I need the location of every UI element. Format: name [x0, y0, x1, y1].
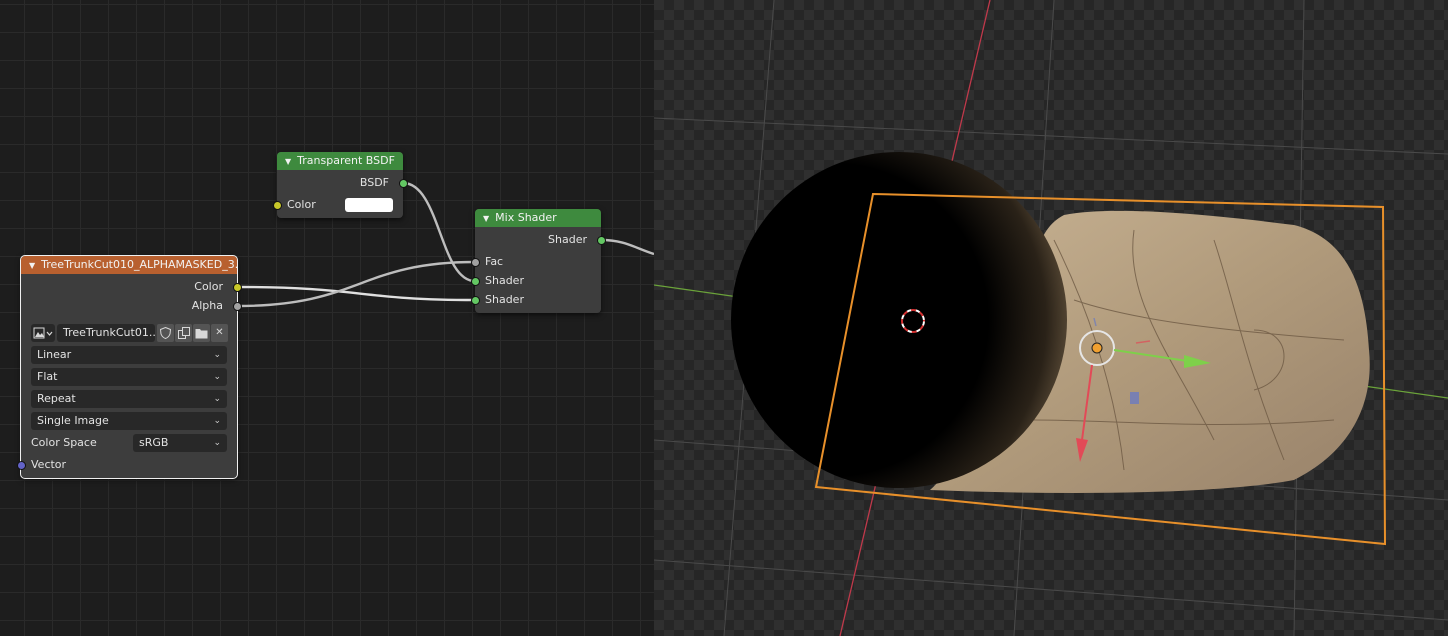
fake-user-button[interactable]	[157, 324, 174, 342]
chevron-down-icon: ⌄	[213, 438, 221, 448]
shader-input-2-socket[interactable]	[471, 296, 480, 305]
link-color-to-shader	[236, 285, 476, 302]
color-swatch[interactable]	[345, 198, 393, 212]
mix-shader-header[interactable]: ▼ Mix Shader	[475, 209, 601, 227]
fac-input-label: Fac	[485, 255, 504, 268]
extension-value: Repeat	[37, 392, 76, 405]
duplicate-image-button[interactable]	[175, 324, 192, 342]
vector-input-label: Vector	[31, 458, 67, 471]
color-input-label: Color	[287, 198, 316, 211]
source-dropdown[interactable]: Single Image ⌄	[31, 412, 227, 430]
collapse-arrow-icon[interactable]: ▼	[285, 153, 291, 170]
duplicate-icon	[177, 327, 190, 339]
shader-input-1-label: Shader	[485, 274, 524, 287]
shader-node-editor[interactable]: ▼ Transparent BSDF BSDF Color ▼ Mix Shader…	[0, 0, 654, 636]
shader-output-socket[interactable]	[597, 236, 606, 245]
link-alpha-to-fac	[236, 260, 476, 308]
z-plane-handle-icon[interactable]	[1130, 392, 1139, 404]
transparent-bsdf-node[interactable]: ▼ Transparent BSDF BSDF Color	[273, 152, 408, 218]
color-space-label: Color Space	[31, 436, 97, 449]
color-output-label: Color	[194, 280, 223, 293]
unlink-image-button[interactable]: ✕	[211, 324, 228, 342]
color-input-socket[interactable]	[273, 201, 282, 210]
open-image-button[interactable]	[193, 324, 210, 342]
link-mix-to-output	[600, 238, 654, 256]
image-browse-button[interactable]	[31, 324, 55, 342]
color-space-dropdown[interactable]: sRGB ⌄	[133, 434, 227, 452]
alpha-output-label: Alpha	[191, 299, 223, 312]
image-texture-node[interactable]: ▼ TreeTrunkCut010_ALPHAMASKED_3... Color …	[17, 255, 242, 479]
shader-input-1-socket[interactable]	[471, 277, 480, 286]
collapse-arrow-icon[interactable]: ▼	[483, 210, 489, 227]
color-output-socket[interactable]	[233, 283, 242, 292]
image-name-field[interactable]: TreeTrunkCut01...	[57, 324, 155, 342]
shader-output-label: Shader	[548, 233, 587, 246]
alpha-output-socket[interactable]	[233, 302, 242, 311]
chevron-down-icon: ⌄	[213, 394, 221, 404]
source-value: Single Image	[37, 414, 109, 427]
projection-value: Flat	[37, 370, 58, 383]
bsdf-output-label: BSDF	[359, 176, 389, 189]
chevron-down-icon: ⌄	[213, 350, 221, 360]
interpolation-dropdown[interactable]: Linear ⌄	[31, 346, 227, 364]
color-space-value: sRGB	[139, 436, 169, 449]
fac-input-socket[interactable]	[471, 258, 480, 267]
interpolation-value: Linear	[37, 348, 72, 361]
black-sphere[interactable]	[731, 152, 1067, 488]
extension-dropdown[interactable]: Repeat ⌄	[31, 390, 227, 408]
object-origin-icon[interactable]	[1091, 342, 1103, 354]
link-bsdf-to-shader	[402, 181, 476, 283]
node-title: TreeTrunkCut010_ALPHAMASKED_3...	[41, 258, 237, 271]
chevron-down-icon: ⌄	[213, 416, 221, 426]
projection-dropdown[interactable]: Flat ⌄	[31, 368, 227, 386]
mix-shader-node[interactable]: ▼ Mix Shader Shader Fac Shader Shader	[471, 209, 606, 313]
shader-input-2-label: Shader	[485, 293, 524, 306]
image-name: TreeTrunkCut01...	[63, 326, 155, 339]
collapse-arrow-icon[interactable]: ▼	[29, 257, 35, 274]
vector-input-socket[interactable]	[17, 461, 26, 470]
close-icon: ✕	[215, 327, 224, 338]
node-title: Mix Shader	[495, 211, 557, 224]
node-title: Transparent BSDF	[297, 154, 395, 167]
chevron-down-icon: ⌄	[213, 372, 221, 382]
bsdf-output-socket[interactable]	[399, 179, 408, 188]
3d-viewport[interactable]	[654, 0, 1448, 636]
transparent-bsdf-header[interactable]: ▼ Transparent BSDF	[277, 152, 403, 170]
shield-icon	[159, 326, 172, 340]
image-texture-header[interactable]: ▼ TreeTrunkCut010_ALPHAMASKED_3...	[21, 256, 237, 274]
viewport-scene[interactable]	[654, 0, 1448, 636]
image-icon	[33, 327, 53, 339]
folder-icon	[195, 329, 208, 339]
